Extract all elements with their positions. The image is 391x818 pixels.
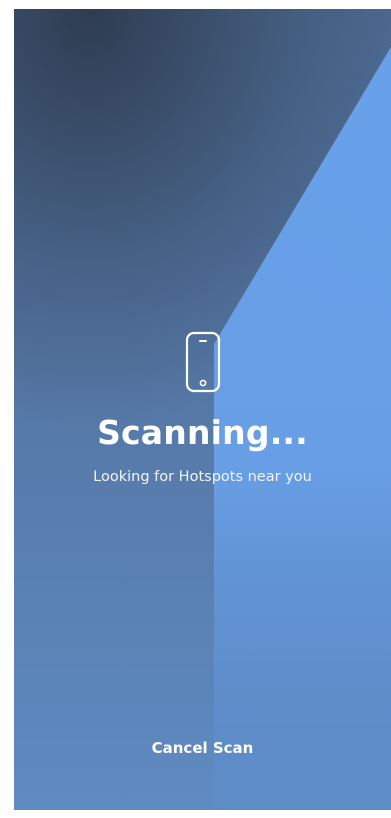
smartphone-icon [185,331,221,393]
scan-screen: Scanning... Looking for Hotspots near yo… [14,9,391,810]
scan-title: Scanning... [97,413,308,452]
cancel-scan-button[interactable]: Cancel Scan [122,733,283,763]
scan-subtitle: Looking for Hotspots near you [93,469,312,485]
background-shade [14,9,391,810]
